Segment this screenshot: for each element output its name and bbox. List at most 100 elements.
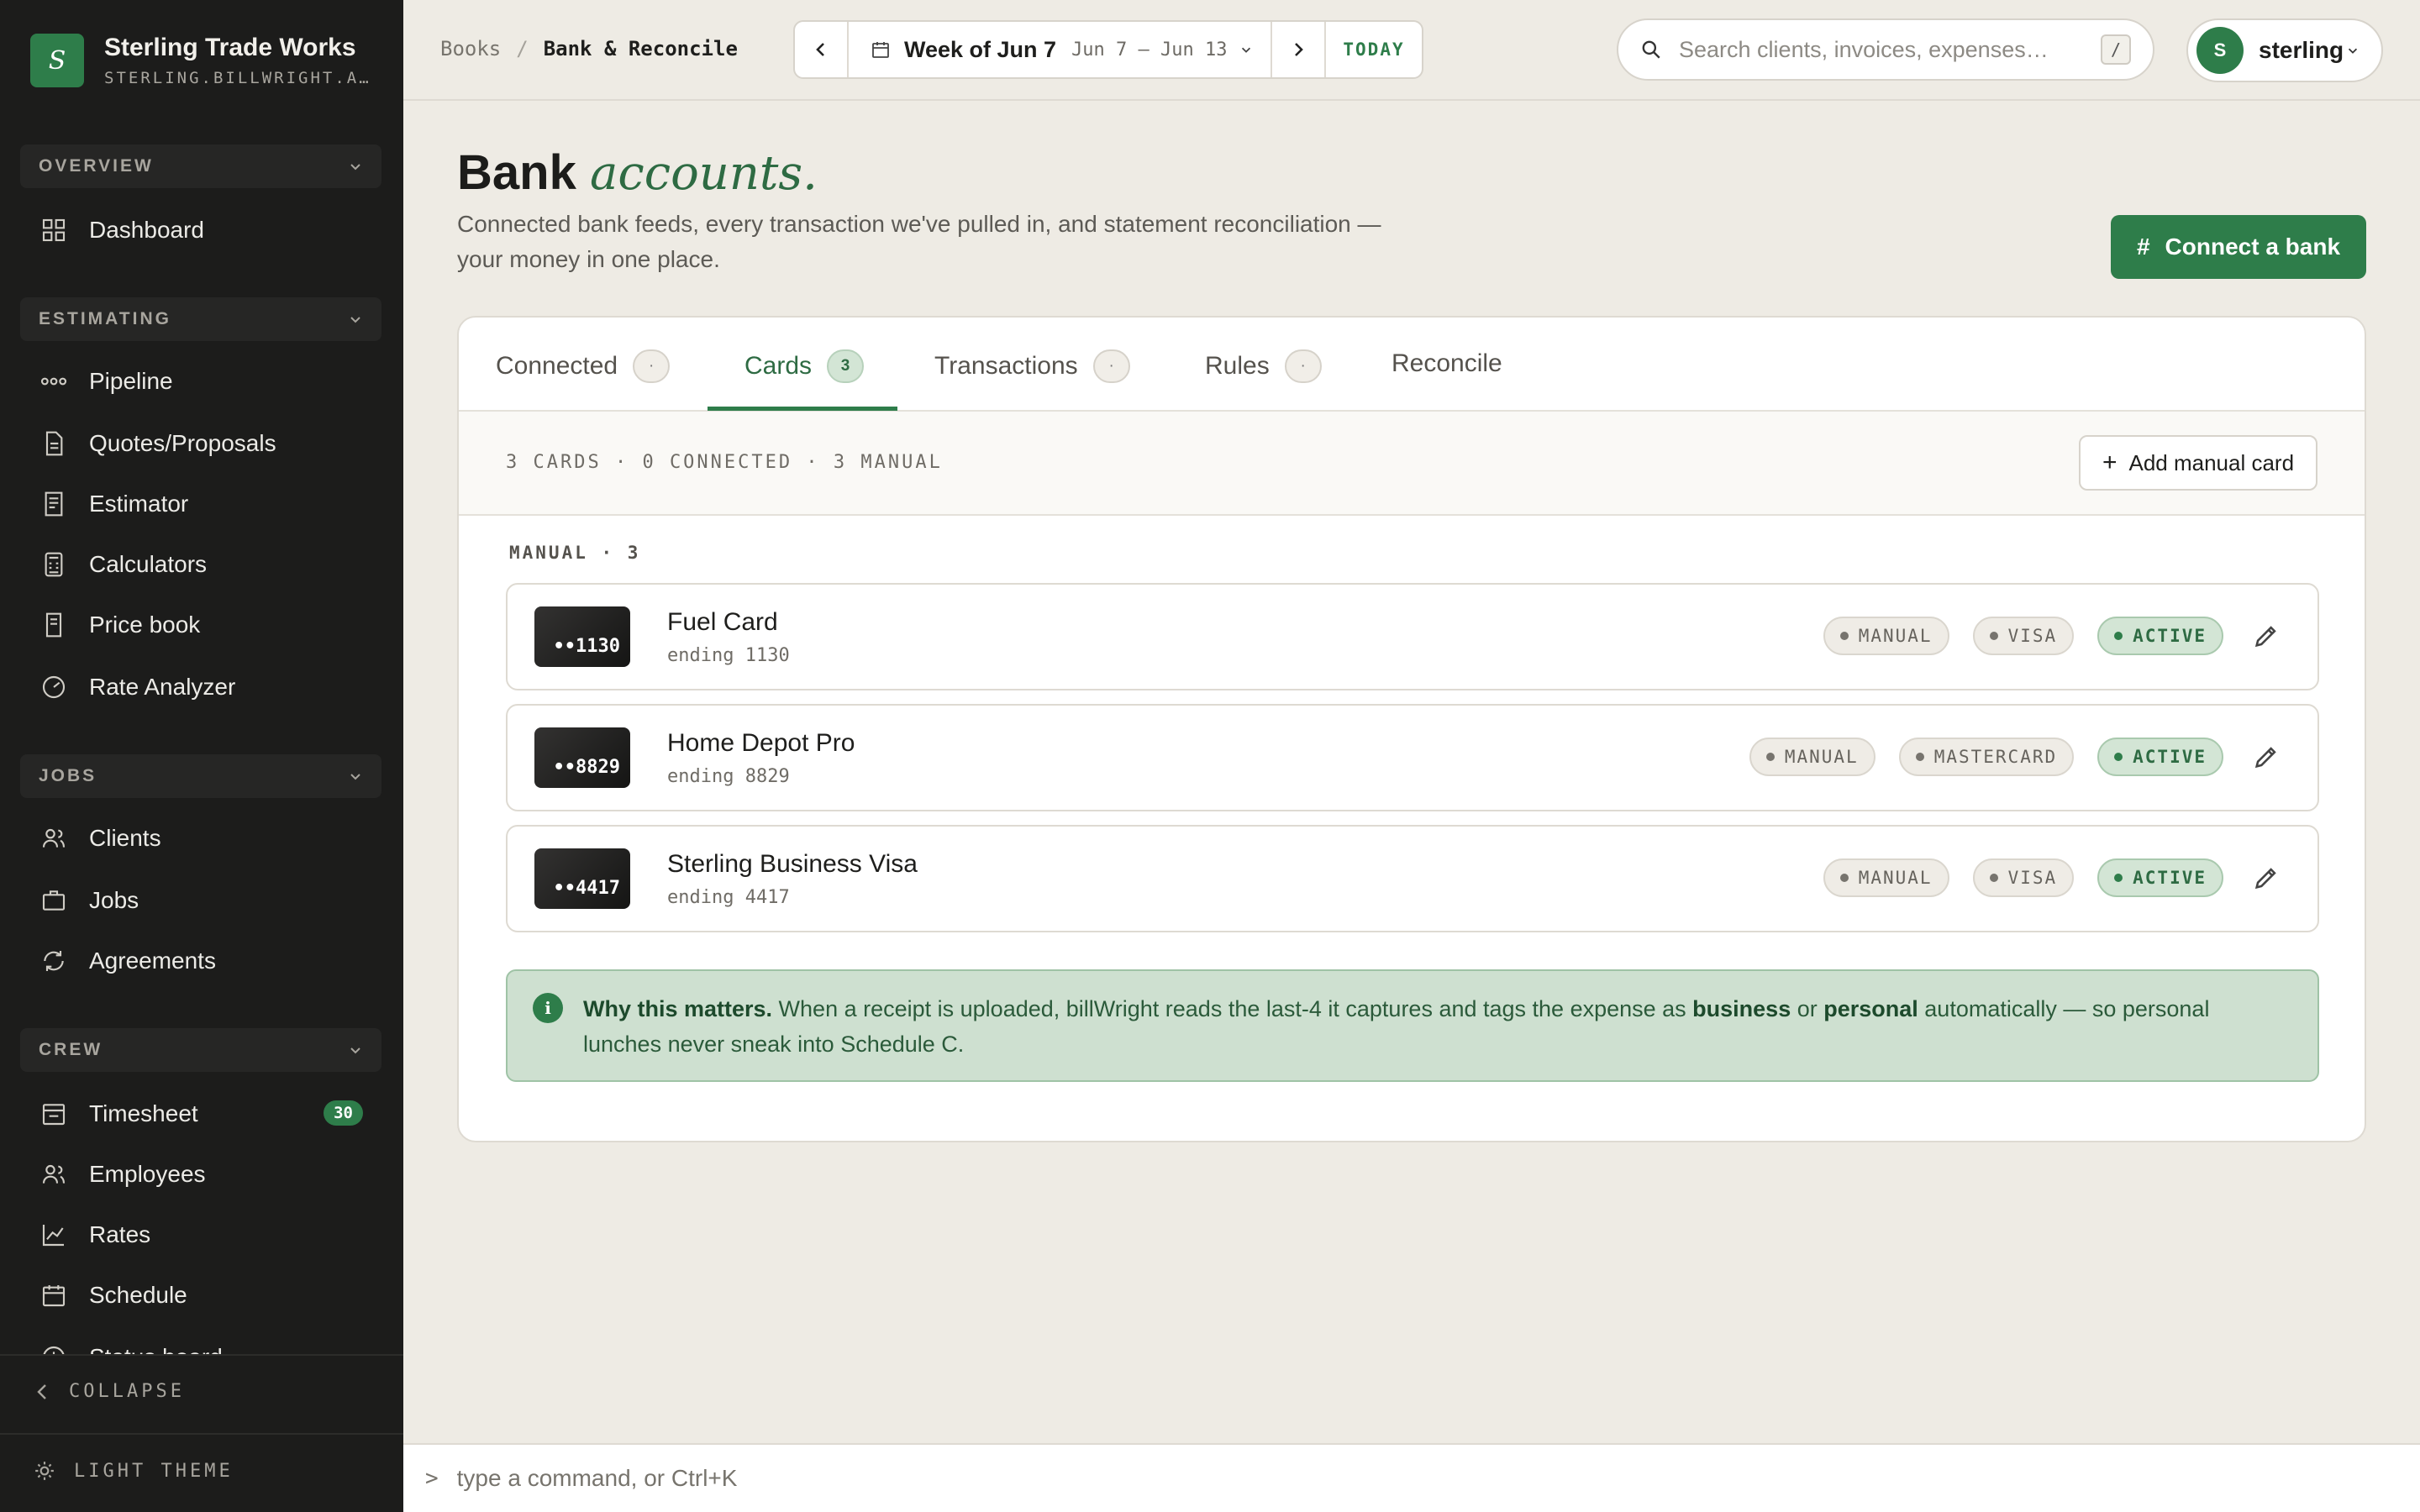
tab-transactions[interactable]: Transactions ·: [934, 349, 1130, 383]
search-placeholder: Search clients, invoices, expenses…: [1679, 36, 2049, 62]
sidebar-item-dashboard[interactable]: Dashboard: [40, 213, 376, 247]
sidebar-item-pipeline[interactable]: Pipeline: [40, 365, 376, 398]
pencil-icon[interactable]: [2252, 864, 2281, 892]
sidebar-item-price-book[interactable]: Price book: [40, 608, 376, 642]
sidebar-item-label: Schedule: [89, 1282, 187, 1308]
collapse-button[interactable]: COLLAPSE: [34, 1381, 185, 1402]
today-button[interactable]: TODAY: [1326, 39, 1422, 60]
section-estimating[interactable]: ESTIMATING: [20, 297, 381, 341]
week-selector[interactable]: Week of Jun 7 Jun 7 – Jun 13: [849, 37, 1270, 63]
sidebar-item-timesheet[interactable]: Timesheet 30: [40, 1097, 376, 1131]
page-title: Bank accounts.: [457, 144, 818, 201]
connect-bank-button[interactable]: # Connect a bank: [2111, 215, 2366, 279]
card-tags: MANUAL VISA ACTIVE: [1823, 858, 2223, 897]
page-subtitle: Connected bank feeds, every transaction …: [457, 211, 1381, 272]
breadcrumb-separator: /: [516, 37, 529, 60]
sidebar-item-clients[interactable]: Clients: [40, 822, 376, 855]
card-ending: ending 1130: [667, 645, 790, 666]
sidebar-item-estimator[interactable]: Estimator: [40, 487, 376, 521]
sidebar-item-calculators[interactable]: Calculators: [40, 548, 376, 581]
section-crew[interactable]: CREW: [20, 1028, 381, 1072]
section-title: OVERVIEW: [39, 156, 154, 176]
command-placeholder: type a command, or Ctrl+K: [456, 1465, 738, 1491]
sidebar-item-label: Employees: [89, 1161, 206, 1187]
sidebar-item-label: Calculators: [89, 551, 208, 577]
sidebar-item-label: Jobs: [89, 887, 139, 913]
section-title: CREW: [39, 1040, 103, 1059]
info-icon: i: [533, 993, 563, 1023]
breadcrumb-books[interactable]: Books: [440, 37, 501, 60]
tab-connected[interactable]: Connected ·: [496, 349, 671, 383]
sidebar-item-jobs[interactable]: Jobs: [40, 884, 376, 917]
theme-toggle[interactable]: LIGHT THEME: [34, 1460, 234, 1482]
card-tags: MANUAL VISA ACTIVE: [1823, 617, 2223, 655]
book-icon: [45, 612, 62, 638]
sidebar-divider: [0, 1433, 403, 1435]
status-badge: ACTIVE: [2097, 738, 2223, 776]
card-name: Fuel Card: [667, 608, 778, 636]
tab-cards[interactable]: Cards 3: [744, 349, 865, 383]
list-item[interactable]: ••8829 Home Depot Pro ending 8829 MANUAL…: [506, 704, 2319, 811]
tab-label: Reconcile: [1392, 349, 1502, 377]
tab-bar: Connected · Cards 3 Transactions · Rules…: [459, 318, 2365, 412]
sidebar-item-rate-analyzer[interactable]: Rate Analyzer: [40, 670, 376, 704]
brand[interactable]: S Sterling Trade Works STERLING.BILLWRIG…: [30, 34, 371, 87]
info-notice: i Why this matters. When a receipt is up…: [506, 969, 2319, 1082]
tab-count: ·: [1284, 349, 1322, 383]
user-menu[interactable]: S sterling: [2186, 18, 2383, 82]
sidebar-item-label: Rates: [89, 1221, 151, 1247]
week-title: Week of Jun 7: [904, 36, 1057, 62]
chevron-down-icon: [2348, 48, 2358, 54]
chevron-down-icon: [350, 317, 360, 323]
list-item[interactable]: ••4417 Sterling Business Visa ending 441…: [506, 825, 2319, 932]
tab-rules[interactable]: Rules ·: [1205, 349, 1322, 383]
status-badge: ACTIVE: [2097, 858, 2223, 897]
sidebar-item-quotes[interactable]: Quotes/Proposals: [40, 427, 376, 460]
chevron-left-icon: [816, 43, 824, 56]
command-input[interactable]: > type a command, or Ctrl+K: [403, 1443, 2420, 1512]
week-range: Jun 7 – Jun 13: [1071, 39, 1228, 60]
breadcrumb: Books / Bank & Reconcile: [440, 37, 738, 60]
sidebar-item-employees[interactable]: Employees: [40, 1158, 376, 1191]
cards-summary: 3 CARDS · 0 CONNECTED · 3 MANUAL: [506, 452, 943, 473]
section-overview[interactable]: OVERVIEW: [20, 144, 381, 188]
sidebar-item-rates[interactable]: Rates: [40, 1218, 376, 1252]
pencil-icon[interactable]: [2252, 622, 2281, 650]
list-item[interactable]: ••1130 Fuel Card ending 1130 MANUAL VISA…: [506, 583, 2319, 690]
section-jobs[interactable]: JOBS: [20, 754, 381, 798]
card-chip: ••4417: [534, 848, 630, 909]
tab-reconcile[interactable]: Reconcile: [1392, 349, 1502, 378]
card-ending: ending 8829: [667, 766, 790, 787]
tab-label: Cards: [744, 352, 813, 380]
sidebar-item-label: Rate Analyzer: [89, 674, 236, 700]
chevron-down-icon: [1241, 47, 1250, 53]
prev-week-button[interactable]: [795, 22, 847, 77]
tab-count: ·: [1092, 349, 1130, 383]
next-week-button[interactable]: [1272, 22, 1324, 77]
users-icon: [42, 828, 66, 848]
section-title: JOBS: [39, 766, 97, 785]
grid-icon: [42, 218, 66, 242]
tag-manual: MANUAL: [1749, 738, 1876, 776]
bank-panel: Connected · Cards 3 Transactions · Rules…: [457, 316, 2366, 1142]
theme-label: LIGHT THEME: [74, 1460, 234, 1482]
add-manual-card-button[interactable]: + Add manual card: [2079, 435, 2317, 491]
sidebar-item-label: Price book: [89, 612, 201, 638]
search-shortcut-key: /: [2101, 34, 2131, 65]
brand-logo: S: [30, 34, 84, 87]
users-icon: [42, 1164, 66, 1184]
sidebar-item-agreements[interactable]: Agreements: [40, 944, 376, 978]
search-input[interactable]: Search clients, invoices, expenses… /: [1617, 18, 2154, 81]
card-name: Home Depot Pro: [667, 729, 855, 757]
tag-manual: MANUAL: [1823, 617, 1949, 655]
timesheet-icon: [42, 1104, 66, 1126]
sidebar-item-schedule[interactable]: Schedule: [40, 1278, 376, 1312]
plus-icon: +: [2102, 449, 2118, 476]
pencil-icon[interactable]: [2252, 743, 2281, 771]
tab-count: ·: [633, 349, 671, 383]
calendar-icon: [42, 1285, 66, 1307]
sidebar-item-label: Clients: [89, 825, 161, 851]
card-chip: ••8829: [534, 727, 630, 788]
add-manual-card-label: Add manual card: [2128, 449, 2295, 475]
chevron-right-icon: [1295, 43, 1303, 56]
